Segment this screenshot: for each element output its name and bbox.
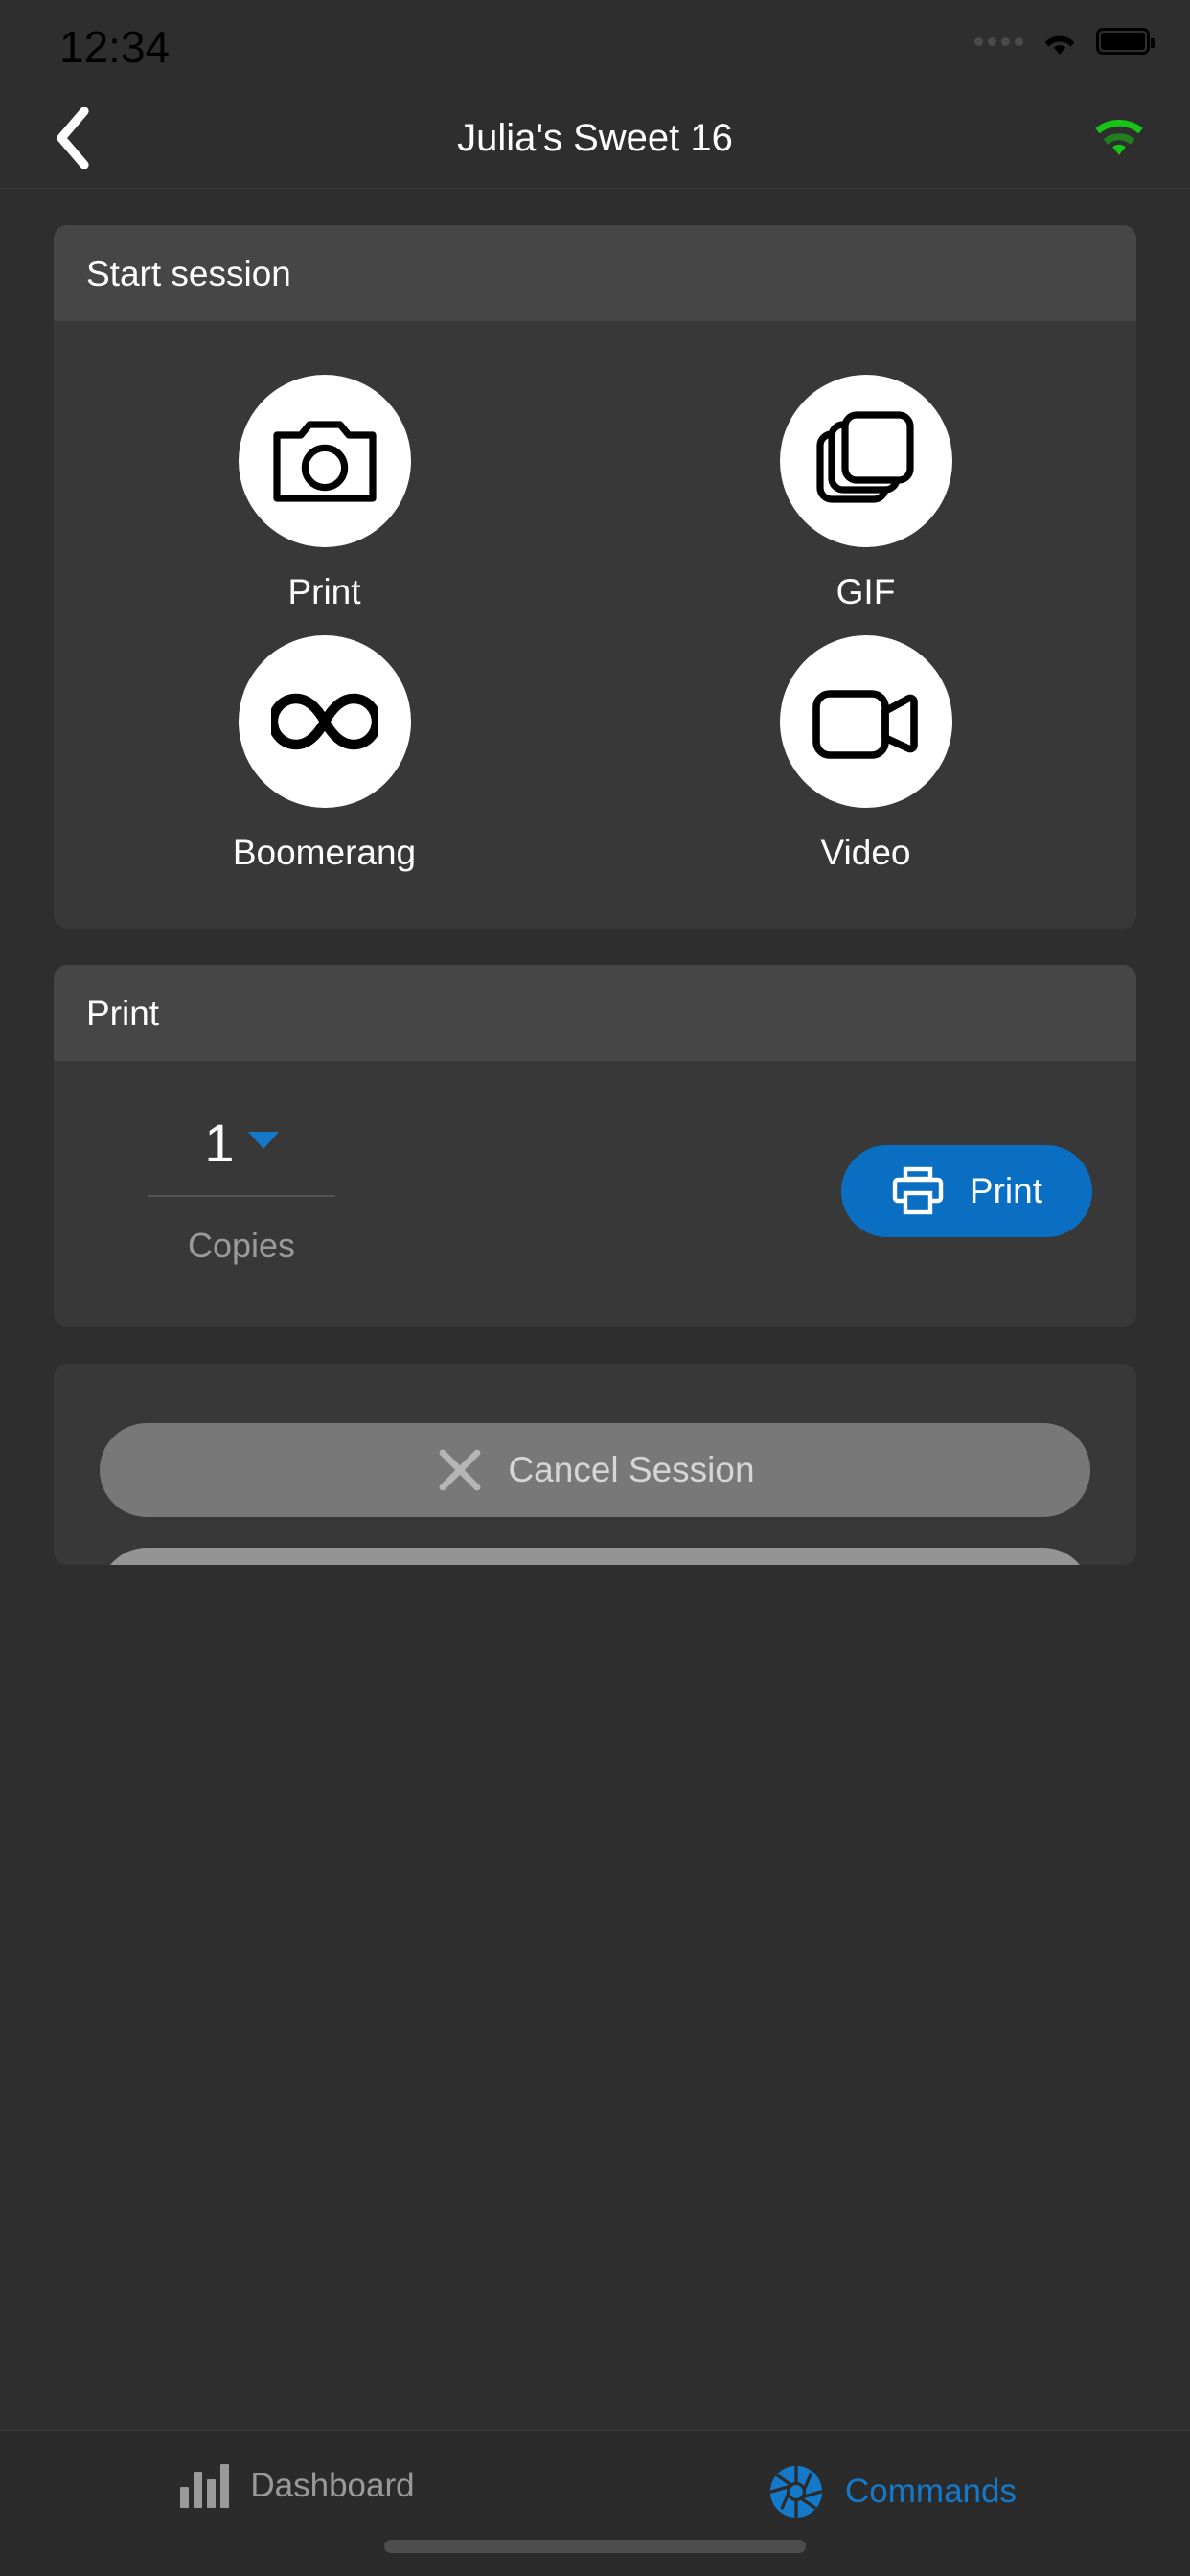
status-time: 12:34 (59, 21, 170, 73)
print-button-label: Print (970, 1171, 1042, 1211)
video-camera-icon (811, 682, 922, 761)
printer-icon (891, 1166, 945, 1216)
session-option-label: GIF (836, 572, 896, 612)
navigation-bar: Julia's Sweet 16 (0, 88, 1190, 189)
app-screen: 12:34 Julia's Sweet 16 (0, 0, 1190, 2576)
session-option-label: Boomerang (233, 833, 416, 873)
secondary-action-button[interactable] (100, 1548, 1090, 1565)
cancel-session-button[interactable]: Cancel Session (100, 1423, 1090, 1517)
tab-dashboard[interactable]: Dashboard (0, 2464, 595, 2508)
print-card-title: Print (86, 994, 1104, 1034)
session-actions-card: Cancel Session (54, 1364, 1136, 1565)
status-indicators (974, 25, 1150, 58)
start-session-card-body: Print GIF (54, 321, 1136, 929)
print-card-header: Print (54, 965, 1136, 1061)
session-option-label: Print (287, 572, 360, 612)
session-option-icon-wrapper (780, 375, 952, 547)
session-option-label: Video (821, 833, 911, 873)
tab-commands[interactable]: Commands (595, 2464, 1190, 2519)
copies-value: 1 (204, 1116, 234, 1170)
print-button[interactable]: Print (841, 1145, 1092, 1237)
home-indicator (384, 2540, 806, 2553)
connection-status-icon[interactable] (1094, 118, 1144, 158)
page-title: Julia's Sweet 16 (457, 117, 733, 160)
session-option-icon-wrapper (239, 635, 411, 808)
scroll-content[interactable]: Start session Print (0, 189, 1190, 2430)
battery-icon (1096, 28, 1150, 55)
close-x-icon (435, 1445, 485, 1495)
session-option-print[interactable]: Print (54, 361, 595, 622)
tab-commands-label: Commands (845, 2472, 1017, 2511)
start-session-card-header: Start session (54, 225, 1136, 321)
wifi-icon (1039, 25, 1081, 58)
cancel-session-label: Cancel Session (508, 1450, 754, 1490)
aperture-icon (768, 2464, 824, 2519)
bottom-tab-bar: Dashboard Commands (0, 2430, 1190, 2576)
session-option-icon-wrapper (239, 375, 411, 547)
caret-down-icon (248, 1132, 279, 1149)
camera-icon (271, 416, 378, 506)
print-card-body: 1 Copies Print (54, 1061, 1136, 1327)
infinity-icon (271, 691, 378, 752)
session-option-video[interactable]: Video (595, 622, 1136, 883)
signal-dots-icon (974, 37, 1023, 46)
start-session-title: Start session (86, 254, 1104, 294)
back-button[interactable] (42, 107, 103, 169)
session-option-icon-wrapper (780, 635, 952, 808)
copies-stepper[interactable]: 1 Copies (98, 1116, 385, 1266)
copies-select[interactable]: 1 (148, 1116, 335, 1197)
bar-chart-icon (180, 2464, 229, 2508)
tab-dashboard-label: Dashboard (250, 2467, 414, 2505)
session-option-boomerang[interactable]: Boomerang (54, 622, 595, 883)
status-bar: 12:34 (0, 0, 1190, 88)
session-option-gif[interactable]: GIF (595, 361, 1136, 622)
print-card: Print 1 Copies Print (54, 965, 1136, 1327)
start-session-card: Start session Print (54, 225, 1136, 929)
chevron-left-icon (52, 107, 94, 169)
session-options-grid: Print GIF (54, 321, 1136, 929)
layers-stack-icon (814, 409, 918, 513)
copies-label: Copies (188, 1226, 295, 1266)
